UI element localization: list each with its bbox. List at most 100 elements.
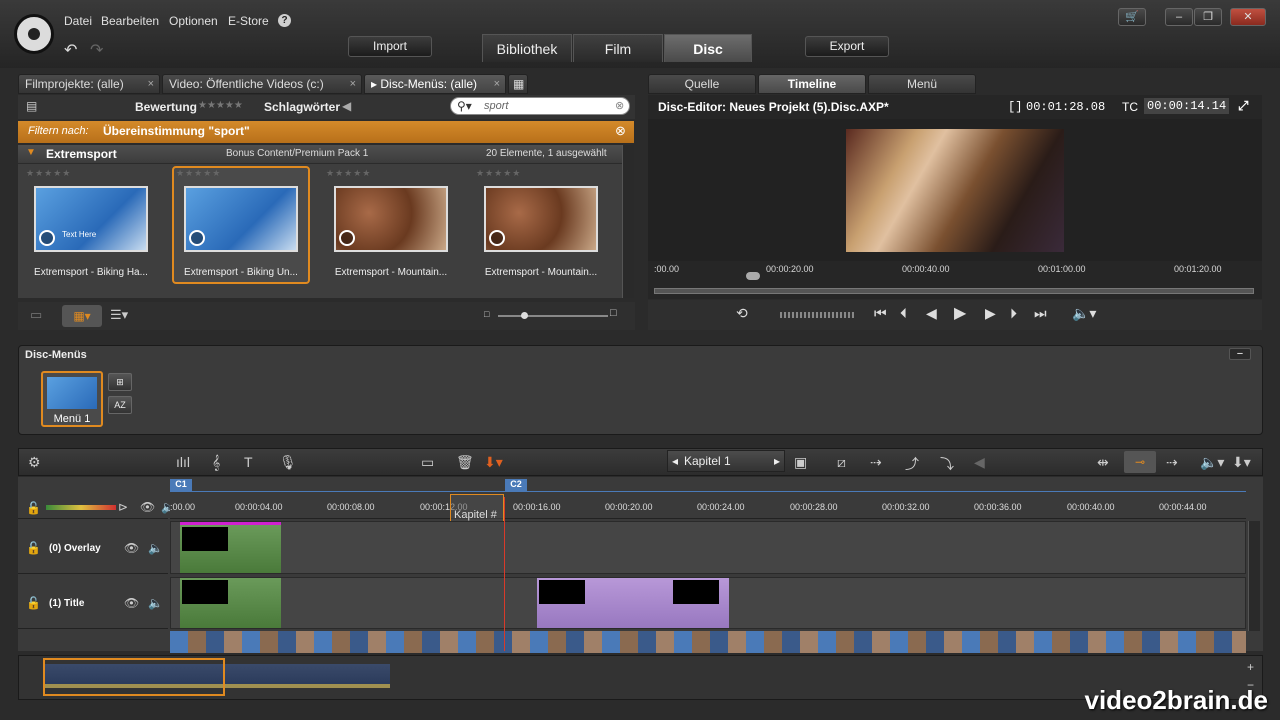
lock-icon[interactable]: 🔓 — [26, 541, 41, 555]
timeline-playhead[interactable] — [504, 497, 505, 651]
menu-bearbeiten[interactable]: Bearbeiten — [101, 14, 159, 28]
menu-optionen[interactable]: Optionen — [169, 14, 218, 28]
next-frame-icon[interactable]: ⏵ — [1010, 305, 1017, 322]
close-icon[interactable]: × — [350, 75, 356, 94]
chapter-navigator[interactable]: ◂ Kapitel 1 ▸ — [667, 450, 785, 472]
tab-film[interactable]: Film — [573, 34, 663, 62]
library-item[interactable] — [334, 186, 448, 252]
search-icon[interactable]: ⚲▾ — [457, 99, 472, 113]
expand-icon[interactable]: ⊳ — [118, 500, 128, 514]
menu-estore[interactable]: E-Store — [228, 14, 269, 28]
tab-quelle[interactable]: Quelle — [648, 74, 756, 94]
close-button[interactable]: ✕ — [1230, 8, 1266, 26]
close-icon[interactable]: × — [148, 75, 154, 94]
play-icon[interactable] — [489, 230, 505, 246]
go-start-icon[interactable]: ⏮ — [874, 305, 887, 322]
sort-az-icon[interactable]: AZ — [108, 396, 132, 414]
go-end-icon[interactable]: ⏭ — [1034, 305, 1047, 322]
overview-viewport[interactable] — [43, 658, 225, 696]
prev-chapter-icon[interactable]: ◂ — [672, 451, 678, 471]
lock-icon[interactable]: 🔓 — [26, 501, 41, 515]
menu-datei[interactable]: Datei — [64, 14, 92, 28]
track-header-title[interactable]: 🔓 (1) Title 👁 🔈 — [18, 577, 168, 629]
clear-search-icon[interactable]: ⊗ — [615, 99, 624, 112]
cart-icon[interactable]: 🛒 — [1118, 8, 1146, 26]
return-icon[interactable]: ◀ — [974, 454, 985, 471]
play-icon[interactable]: ▶ — [954, 303, 966, 323]
minimize-button[interactable]: – — [1165, 8, 1193, 26]
track-lane-overlay[interactable] — [170, 521, 1246, 574]
speaker-icon[interactable]: 🔈 — [148, 596, 163, 610]
group-header[interactable]: ▼ Extremsport Bonus Content/Premium Pack… — [18, 145, 623, 163]
rating-stars[interactable]: ★★★★★ — [198, 100, 243, 111]
maximize-button[interactable]: ❐ — [1194, 8, 1222, 26]
chapter-marker-c1[interactable]: C1 — [170, 479, 192, 491]
clip[interactable] — [537, 578, 729, 628]
library-menu-icon[interactable]: ▤ — [26, 99, 37, 113]
chapter-assign-icon[interactable]: ⇢ — [870, 454, 882, 471]
redo-icon[interactable]: ↷ — [90, 40, 103, 60]
menu-item[interactable]: Menü 1 — [41, 371, 103, 427]
audio-mixer-icon[interactable]: ılıl — [176, 454, 190, 470]
undo-icon[interactable]: ↶ — [64, 40, 77, 60]
new-tab-icon[interactable]: ▦ — [508, 74, 528, 94]
shuttle-control[interactable] — [780, 312, 854, 318]
track-header-overlay[interactable]: 🔓 (0) Overlay 👁 🔈 — [18, 522, 168, 574]
schlagwoerter-label[interactable]: Schlagwörter — [264, 100, 340, 114]
magnet-icon[interactable]: ⊸ — [1124, 451, 1156, 473]
prev-frame-icon[interactable]: ⏴ — [900, 305, 907, 322]
video-track-clips[interactable] — [170, 631, 1246, 653]
chapter-tool-icon[interactable]: ⧄ — [837, 454, 846, 471]
razor-icon[interactable]: ▭ — [421, 454, 434, 471]
marker-icon[interactable]: ⬇▾ — [484, 454, 503, 471]
split-icon[interactable]: ⇹ — [1097, 454, 1109, 471]
clear-filter-icon[interactable]: ⊗ — [615, 123, 626, 139]
trash-icon[interactable]: 🗑 — [456, 454, 474, 471]
editor-scrub-bar[interactable] — [654, 288, 1254, 294]
search-input[interactable]: sport — [484, 100, 508, 112]
tab-filmprojekte[interactable]: Filmprojekte: (alle) × — [18, 74, 160, 94]
library-item[interactable] — [484, 186, 598, 252]
clip[interactable] — [180, 522, 281, 573]
link-icon[interactable]: ⊞ — [108, 373, 132, 391]
lock-icon[interactable]: 🔓 — [26, 596, 41, 610]
bewertung-label[interactable]: Bewertung — [135, 100, 197, 114]
list-view-icon[interactable]: ☰▾ — [110, 307, 128, 323]
tag-icon[interactable]: ◀ — [342, 99, 351, 113]
eye-icon[interactable]: 👁 — [124, 541, 139, 555]
zoom-slider[interactable] — [498, 315, 608, 317]
play-icon[interactable] — [339, 230, 355, 246]
export-button[interactable]: Export — [805, 36, 889, 57]
eye-icon[interactable]: 👁 — [124, 596, 139, 610]
tab-videos[interactable]: Video: Öffentliche Videos (c:) × — [162, 74, 362, 94]
music-icon[interactable]: 𝄞 — [212, 454, 220, 471]
rewind-icon[interactable]: ◀ — [926, 305, 937, 322]
editor-playhead[interactable] — [746, 272, 760, 280]
zoom-in-icon[interactable]: + — [1247, 660, 1254, 674]
tab-bibliothek[interactable]: Bibliothek — [482, 34, 572, 62]
trim-icon[interactable]: ⇢ — [1166, 454, 1178, 471]
play-icon[interactable] — [39, 230, 55, 246]
library-scrollbar[interactable] — [622, 145, 634, 298]
library-item[interactable] — [184, 186, 298, 252]
next-chapter-icon[interactable]: ▸ — [774, 451, 780, 471]
fast-forward-icon[interactable]: ▶ — [985, 305, 996, 322]
loop-icon[interactable]: ⟲ — [736, 305, 748, 322]
grid-view-icon[interactable]: ▦▾ — [62, 305, 102, 327]
tab-timeline[interactable]: Timeline — [758, 74, 866, 94]
tab-menue[interactable]: Menü — [868, 74, 976, 94]
unlink-chapter-icon[interactable]: ⤵ — [940, 454, 954, 474]
clip[interactable] — [180, 578, 281, 628]
search-box[interactable]: ⚲▾ sport ⊗ — [450, 97, 630, 115]
display-icon[interactable]: ▣ — [794, 454, 807, 471]
title-tool-icon[interactable]: T — [244, 454, 253, 470]
tab-disc[interactable]: Disc — [664, 34, 752, 62]
zoom-slider-handle[interactable] — [521, 312, 528, 319]
timeline-scrollbar[interactable] — [1248, 521, 1260, 631]
editor-ruler[interactable]: :00.00 00:00:20.00 00:00:40.00 00:01:00.… — [648, 261, 1262, 299]
link-chapter-icon[interactable]: ⤴ — [905, 454, 919, 474]
download-icon[interactable]: ⬇▾ — [1232, 454, 1251, 471]
library-item[interactable]: Text Here — [34, 186, 148, 252]
fullscreen-icon[interactable]: ⤢ — [1238, 98, 1248, 114]
speaker-icon[interactable]: 🔈▾ — [1200, 454, 1224, 471]
